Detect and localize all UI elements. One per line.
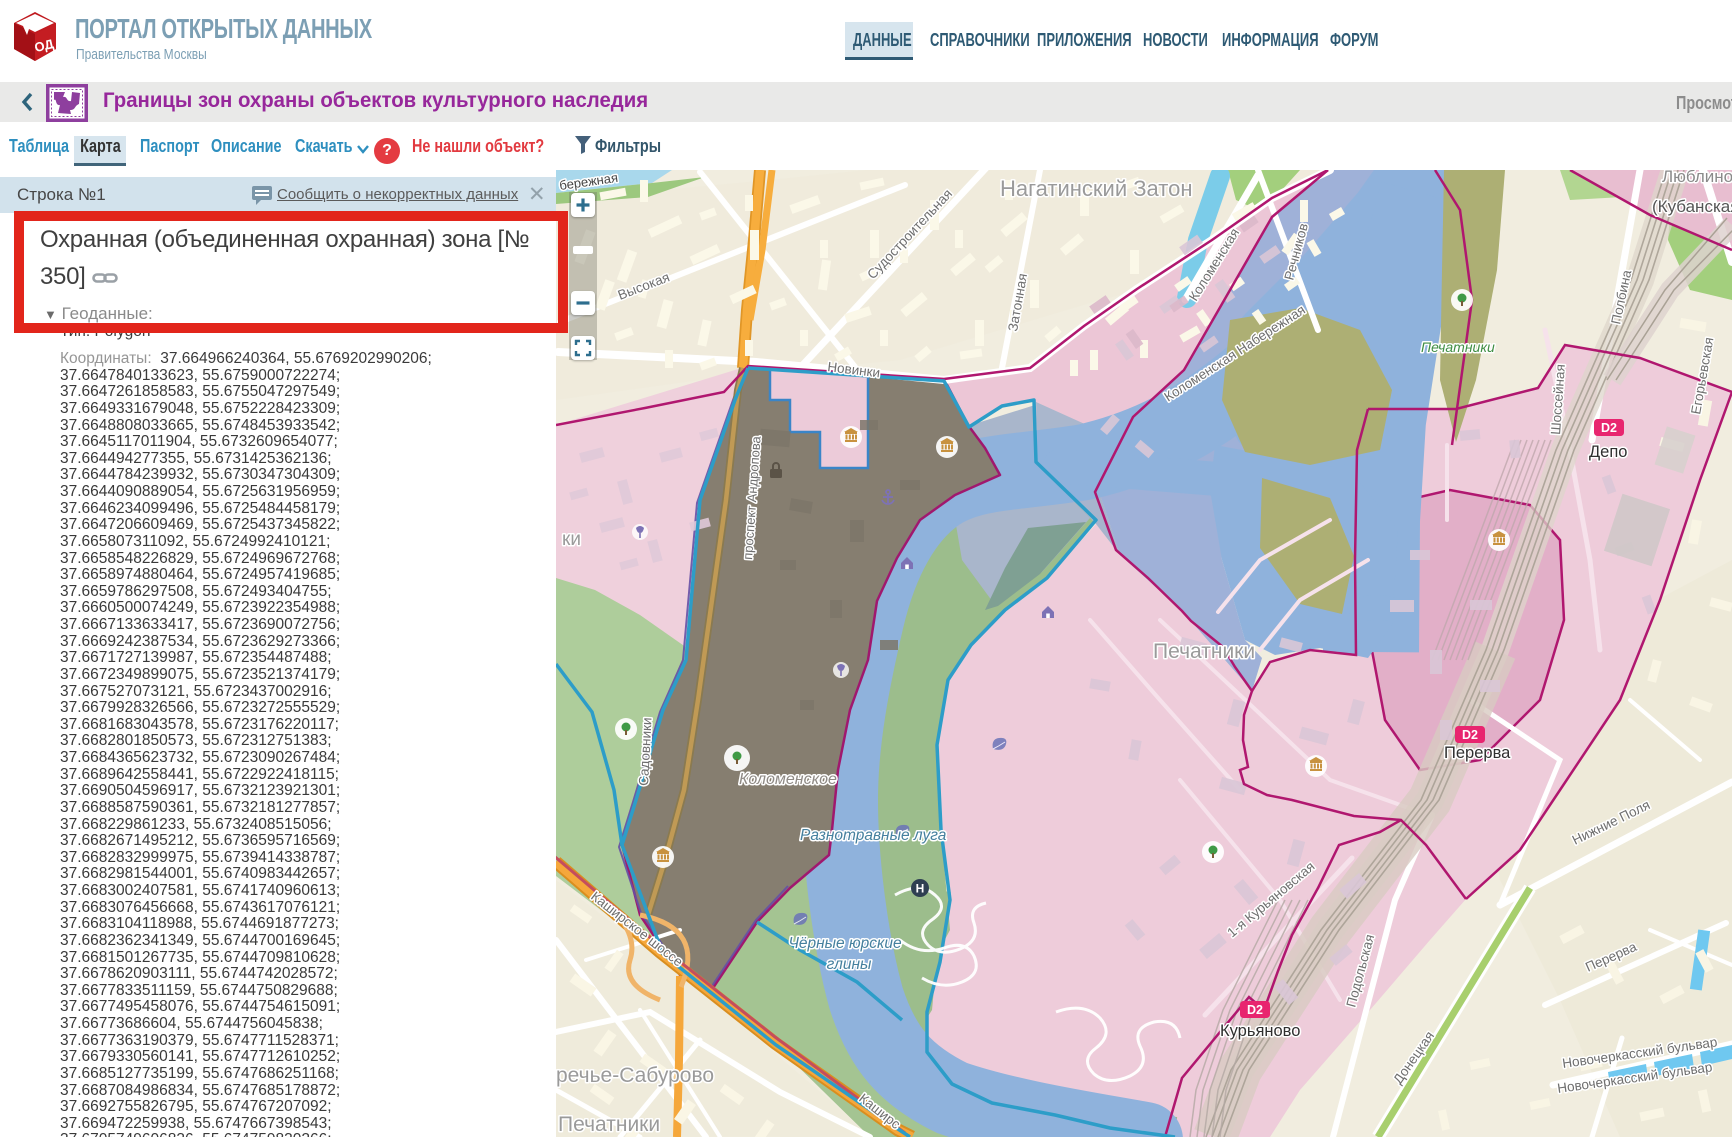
svg-text:Печатники: Печатники: [1153, 640, 1255, 663]
svg-text:ки: ки: [562, 529, 581, 550]
svg-text:глины: глины: [827, 956, 872, 973]
svg-text:Курьяново: Курьяново: [1220, 1022, 1300, 1040]
svg-text:Чёрные юрские: Чёрные юрские: [788, 935, 902, 952]
svg-text:D2: D2: [1247, 1003, 1263, 1017]
svg-text:Печатники: Печатники: [1421, 339, 1495, 355]
svg-text:Разнотравные луга: Разнотравные луга: [800, 827, 947, 844]
svg-text:Перерва: Перерва: [1444, 744, 1511, 762]
svg-text:D2: D2: [1601, 421, 1617, 435]
svg-text:Люблино: Люблино: [1662, 170, 1732, 186]
svg-text:Депо: Депо: [1589, 443, 1627, 461]
svg-text:D2: D2: [1462, 728, 1478, 742]
svg-text:H: H: [916, 882, 925, 896]
svg-text:Печатники: Печатники: [558, 1113, 660, 1136]
svg-text:речье-Сабурово: речье-Сабурово: [556, 1064, 714, 1087]
svg-text:(Кубанская: (Кубанская: [1652, 197, 1732, 216]
svg-text:Нагатинский Затон: Нагатинский Затон: [1000, 176, 1193, 201]
svg-text:Коломенское: Коломенское: [739, 771, 837, 788]
